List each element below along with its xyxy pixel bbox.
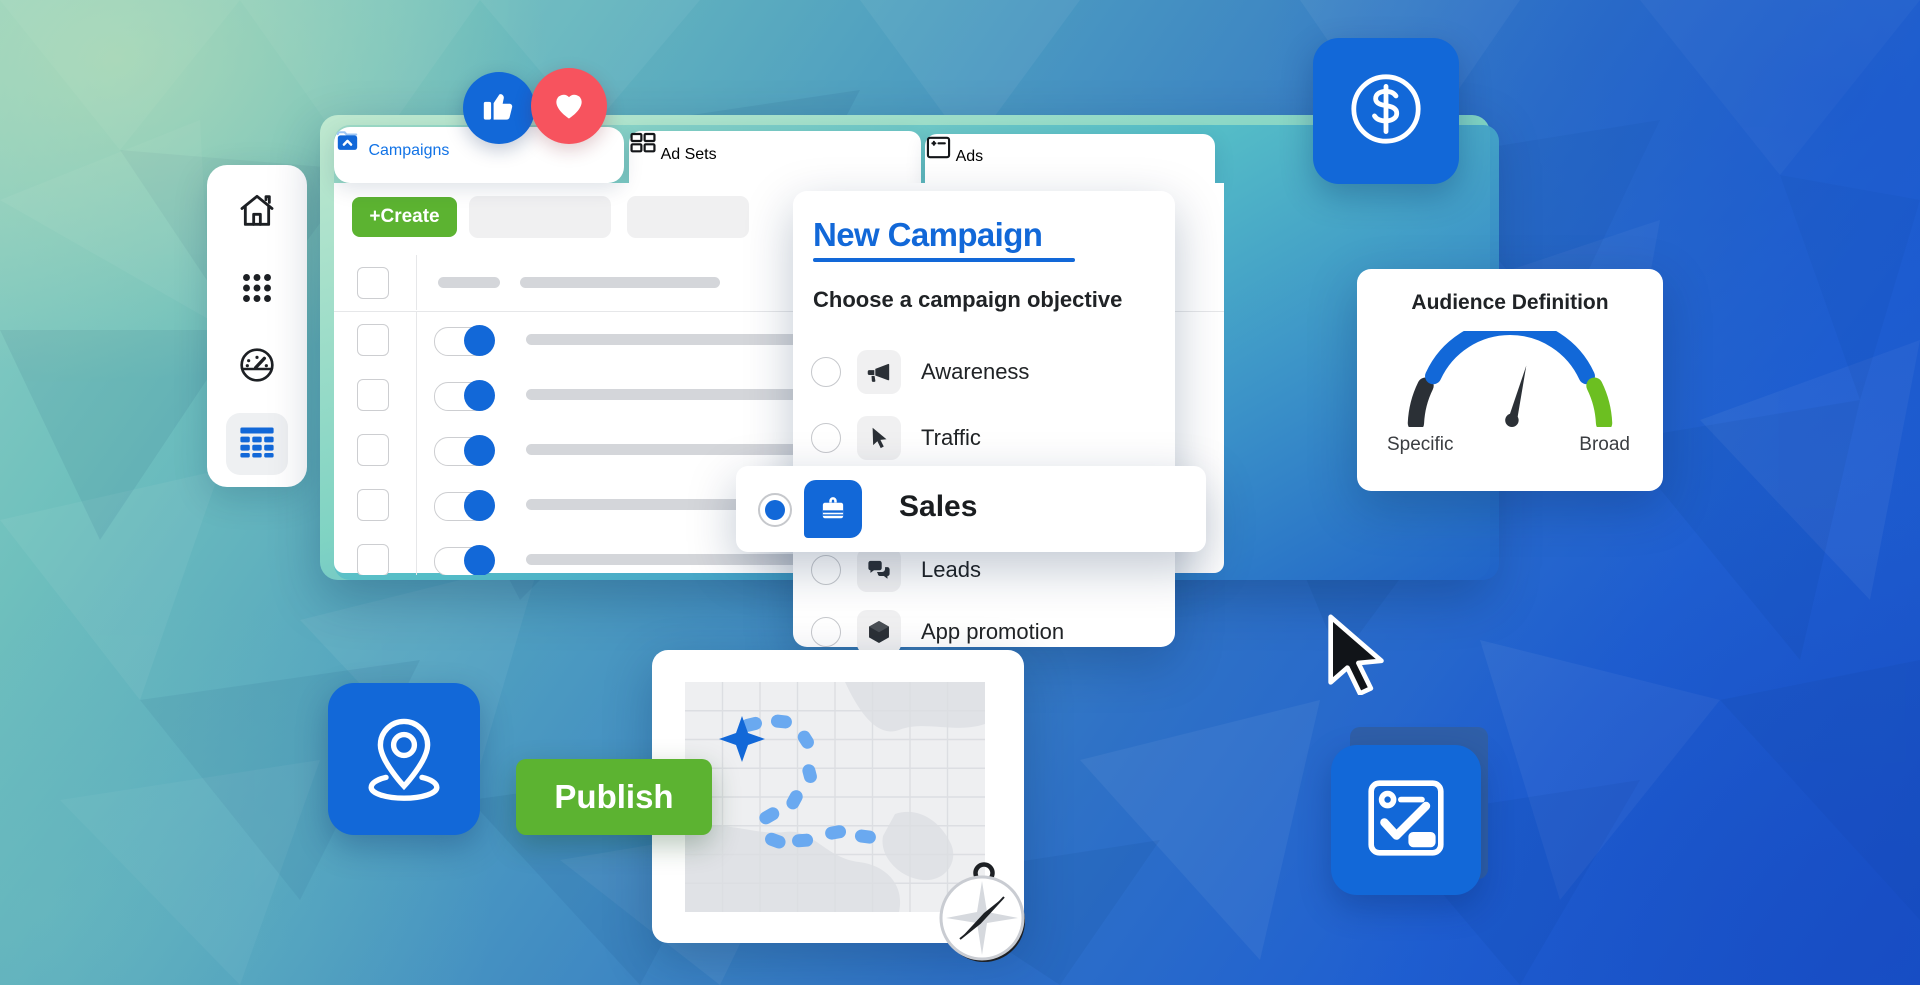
objective-label: Leads [921, 557, 981, 582]
gauge-segment-middle [1425, 331, 1595, 385]
sidebar-item-dashboard[interactable] [226, 336, 288, 398]
sidebar-item-table[interactable] [226, 413, 288, 475]
row-toggle[interactable] [434, 490, 495, 521]
tab-ads[interactable]: Ads [925, 134, 1215, 186]
audience-definition-card: Audience Definition Specific Broad [1357, 269, 1663, 491]
select-all-checkbox[interactable] [357, 267, 389, 299]
left-sidebar [207, 165, 307, 487]
column-divider [416, 312, 417, 367]
cursor-arrow-icon [857, 416, 901, 460]
dollar-badge[interactable] [1313, 38, 1459, 184]
megaphone-icon [857, 350, 901, 394]
tab-ad-sets-label: Ad Sets [660, 146, 717, 163]
column-divider [416, 367, 417, 422]
gauge-segment-specific [1407, 377, 1434, 427]
objective-radio[interactable] [811, 555, 841, 585]
row-bar [526, 444, 828, 455]
chat-bubbles-icon [857, 548, 901, 592]
gauge-needle [1507, 365, 1527, 423]
title-underline [813, 258, 1075, 262]
column-divider [416, 422, 417, 477]
gauge-label-specific: Specific [1387, 434, 1454, 455]
location-pin-icon [356, 709, 452, 810]
row-checkbox[interactable] [357, 379, 389, 411]
column-divider [416, 532, 417, 575]
new-campaign-subtitle: Choose a campaign objective [813, 287, 1123, 312]
thumbs-up-reaction[interactable] [463, 72, 535, 144]
row-bar [526, 389, 828, 400]
heart-icon [549, 84, 589, 129]
row-toggle[interactable] [434, 380, 495, 411]
toolbar-placeholder-field[interactable] [469, 196, 611, 238]
objective-label: App promotion [921, 619, 1065, 644]
campaign-folder-icon [334, 131, 368, 159]
tab-ads-label: Ads [955, 148, 984, 165]
mouse-cursor-icon [1322, 613, 1394, 696]
row-toggle[interactable] [434, 545, 495, 575]
toolbar-placeholder-field[interactable] [627, 196, 749, 238]
heart-reaction[interactable] [531, 68, 607, 144]
header-bar [520, 277, 720, 288]
speedometer-icon [237, 345, 277, 390]
objective-radio[interactable] [811, 357, 841, 387]
objective-radio-selected[interactable] [758, 493, 792, 527]
gauge-hub [1505, 413, 1519, 427]
objective-option-sales[interactable]: Sales [736, 466, 1206, 552]
row-bar [526, 554, 828, 565]
checklist-icon [1358, 770, 1454, 871]
create-button[interactable]: +Create [352, 197, 457, 237]
tab-ad-sets[interactable]: Ad Sets [629, 131, 921, 185]
adsets-grid-icon [629, 132, 661, 163]
gauge-segment-broad [1586, 377, 1613, 427]
location-badge[interactable] [328, 683, 480, 835]
cube-icon [857, 610, 901, 654]
row-checkbox[interactable] [357, 434, 389, 466]
gauge-label-broad: Broad [1579, 434, 1630, 455]
table-grid-icon [239, 425, 275, 464]
row-toggle[interactable] [434, 325, 495, 356]
compass-icon [939, 862, 1025, 962]
header-bar [438, 277, 500, 288]
audience-gauge [1407, 331, 1613, 427]
sidebar-item-apps[interactable] [226, 259, 288, 321]
row-bar [526, 334, 828, 345]
thumbs-up-icon [480, 87, 518, 130]
row-checkbox[interactable] [357, 489, 389, 521]
home-icon [237, 191, 277, 236]
ad-card-icon [925, 136, 956, 165]
sidebar-item-home[interactable] [226, 182, 288, 244]
new-campaign-panel: New Campaign Choose a campaign objective… [793, 191, 1175, 654]
tab-campaigns-label: Campaigns [368, 142, 450, 159]
row-checkbox[interactable] [357, 324, 389, 356]
shopping-bag-icon [804, 480, 862, 538]
publish-button[interactable]: Publish [516, 759, 712, 835]
objective-radio[interactable] [811, 423, 841, 453]
objective-label-sales: Sales [899, 490, 978, 523]
apps-grid-icon [239, 270, 275, 311]
objective-option-traffic[interactable]: Traffic [805, 407, 1175, 469]
new-campaign-title: New Campaign [813, 216, 1043, 253]
checklist-badge[interactable] [1331, 745, 1481, 895]
row-toggle[interactable] [434, 435, 495, 466]
objective-label: Awareness [921, 359, 1030, 384]
column-divider [416, 255, 417, 310]
objective-label: Traffic [921, 425, 981, 450]
objective-option-awareness[interactable]: Awareness [805, 341, 1175, 403]
audience-card-title: Audience Definition [1411, 291, 1609, 314]
dollar-circle-icon [1340, 63, 1432, 160]
objective-radio[interactable] [811, 617, 841, 647]
column-divider [416, 477, 417, 532]
row-checkbox[interactable] [357, 544, 389, 575]
